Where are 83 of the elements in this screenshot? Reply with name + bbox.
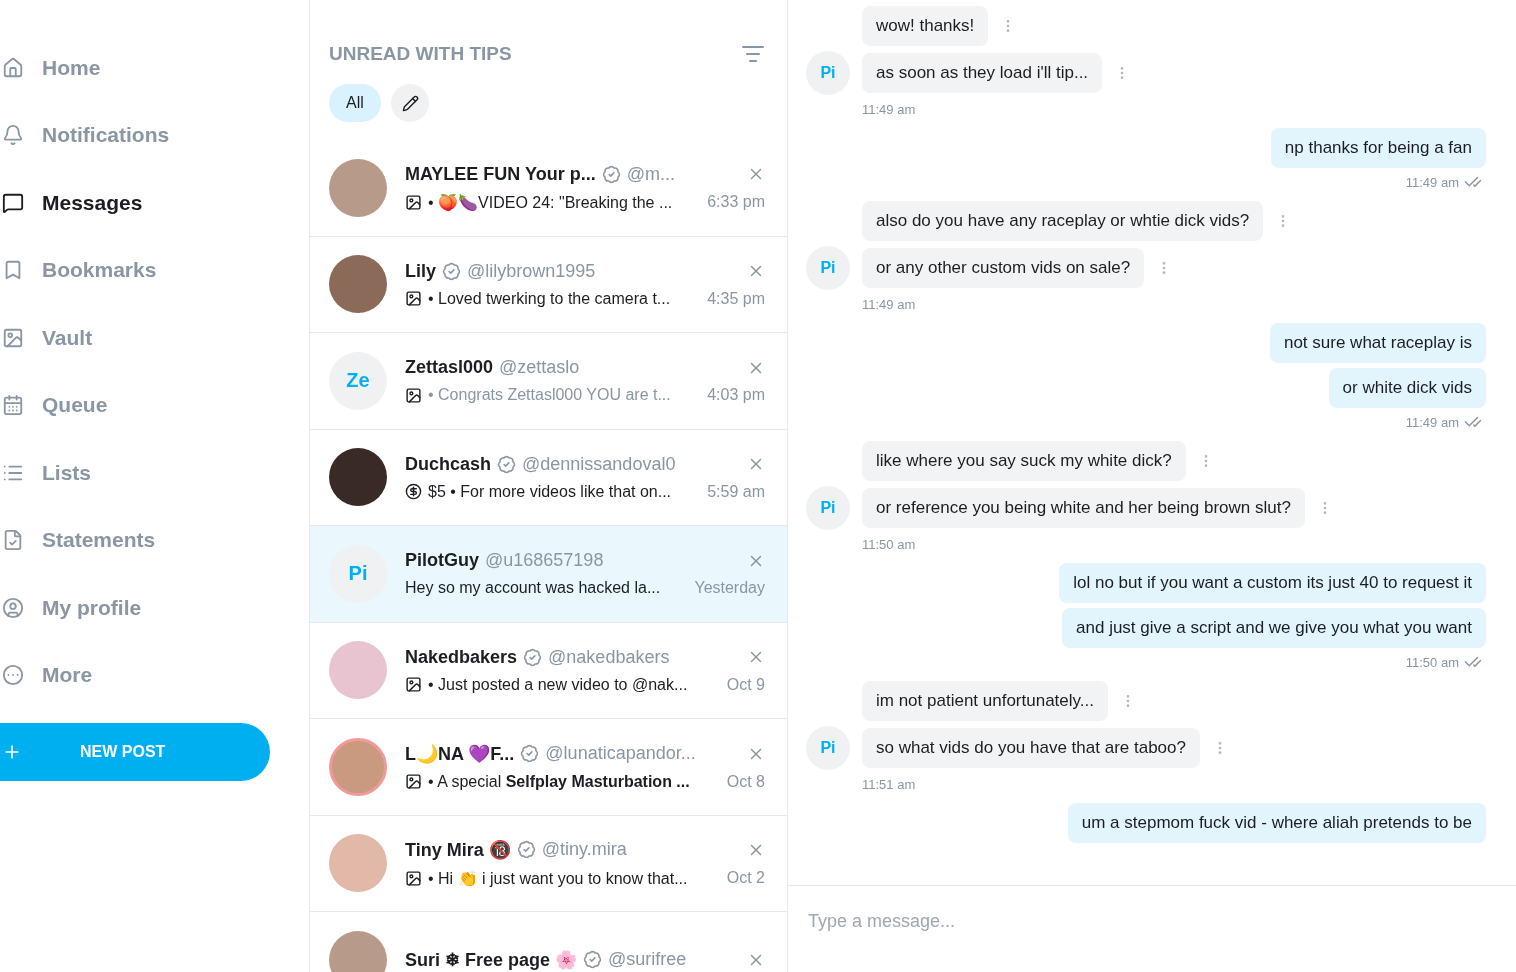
message-bubble: lol no but if you want a custom its just 40 to request it [1059, 563, 1486, 603]
message-bubble: im not patient unfortunately... [862, 681, 1108, 721]
initials-avatar: Pi [806, 486, 850, 530]
image-icon [405, 869, 422, 887]
message-time: Oct 8 [726, 772, 765, 791]
contact-name: PilotGuy [405, 550, 479, 572]
message-time: Oct 2 [726, 869, 765, 888]
contact-name: Lily [405, 260, 436, 282]
contact-handle: @tiny.mira [541, 839, 628, 861]
message-time: 11:49 am [862, 101, 916, 117]
message-time: 6:33 pm [707, 193, 765, 212]
document-icon [2, 529, 24, 552]
message-preview: • Just posted a new video to @nak... [428, 675, 689, 694]
contact-handle: @m... [626, 163, 676, 185]
message-preview: Hey so my account was hacked la... [405, 579, 662, 598]
message-time: 11:50 am [1405, 654, 1459, 670]
message-time: 11:50 am [862, 536, 916, 552]
contact-handle: @surifree [608, 949, 688, 971]
user-circle-icon [2, 596, 24, 619]
message-preview: $5 • For more videos like that on... [428, 482, 673, 501]
message-time: 11:49 am [1405, 174, 1459, 190]
image-icon [405, 773, 422, 791]
initials-avatar: Pi [806, 246, 850, 290]
message-time: Oct 9 [726, 675, 765, 694]
message-preview: • Congrats Zettasl000 YOU are t... [428, 386, 672, 405]
message-preview: • 🍑🍆VIDEO 24: "Breaking the ... [428, 192, 674, 212]
nav-item[interactable]: Messages [0, 169, 143, 237]
message-time: 5:59 am [707, 482, 765, 501]
contact-handle: @lunaticapandor... [545, 743, 697, 765]
message-bubble: as soon as they load i'll tip... [862, 53, 1103, 93]
contact-handle: @lilybrown1995 [467, 260, 597, 282]
contact-name: L🌙NA 💜F... [405, 742, 515, 765]
message-time: 11:49 am [862, 296, 916, 312]
contact-handle: @nakedbakers [548, 646, 671, 668]
contact-name: Duchcash [405, 453, 492, 475]
dots-circle-icon [2, 664, 24, 687]
message-bubble: or any other custom vids on sale? [862, 248, 1145, 288]
chat-bubble-icon [2, 191, 24, 214]
message-bubble: wow! thanks! [862, 6, 989, 46]
contact-name: Nakedbakers [405, 646, 518, 668]
dollar-icon [405, 483, 422, 501]
image-icon [405, 676, 422, 694]
initials-avatar: Pi [806, 726, 850, 770]
message-input[interactable]: Type a message... [806, 898, 1498, 944]
image-icon [405, 193, 422, 211]
home-icon [2, 56, 24, 79]
contact-handle: @u168657198 [485, 550, 605, 572]
contact-handle: @dennissandoval0 [522, 453, 677, 475]
edit-button[interactable] [391, 84, 429, 122]
message-bubble: and just give a script and we give you what you want [1062, 608, 1486, 648]
image-icon [2, 326, 24, 349]
message-bubble: also do you have any raceplay or whtie dick vids? [862, 201, 1264, 241]
contact-name: MAYLEE FUN Your p... [405, 163, 596, 185]
message-bubble: or white dick vids [1328, 368, 1486, 408]
bell-icon [2, 124, 24, 147]
message-bubble: um a stepmom fuck vid - where aliah pretends to be [1067, 803, 1486, 843]
calendar-icon [2, 394, 24, 417]
message-time: 4:03 pm [707, 386, 765, 405]
message-bubble: like where you say suck my white dick? [862, 441, 1186, 481]
message-bubble: so what vids do you have that are taboo? [862, 728, 1200, 768]
contact-name: Zettasl000 [405, 357, 494, 379]
conversation-item[interactable]: Pi PilotGuy @u168657198 Hey so my account was hacked la... Yesterday [310, 526, 787, 623]
filter-chip[interactable]: All [329, 84, 381, 122]
initials-avatar: Ze [329, 351, 387, 410]
message-bubble: or reference you being white and her being brown slut? [862, 488, 1305, 528]
message-preview: • A special Selfplay Masturbation ... [428, 772, 691, 791]
message-preview: • Loved twerking to the camera t... [428, 289, 672, 308]
message-time: 4:35 pm [707, 289, 765, 308]
initials-avatar: Pi [329, 544, 387, 603]
list-title: UNREAD WITH TIPS [329, 43, 512, 65]
image-icon [405, 290, 422, 308]
message-time: 11:51 am [862, 776, 916, 792]
message-preview: • Hi 👏 i just want you to know that... [428, 868, 689, 888]
message-bubble: not sure what raceplay is [1269, 323, 1486, 363]
contact-handle: @zettaslo [499, 357, 581, 379]
message-time: 11:49 am [1405, 414, 1459, 430]
initials-avatar: Pi [806, 51, 850, 95]
contact-name: Tiny Mira 🔞 [405, 838, 511, 861]
pencil-icon [401, 94, 419, 112]
contact-name: Suri ❄ Free page 🌸 [405, 948, 578, 971]
image-icon [405, 386, 422, 404]
message-bubble: np thanks for being a fan [1270, 128, 1486, 168]
message-time: Yesterday [694, 579, 765, 598]
